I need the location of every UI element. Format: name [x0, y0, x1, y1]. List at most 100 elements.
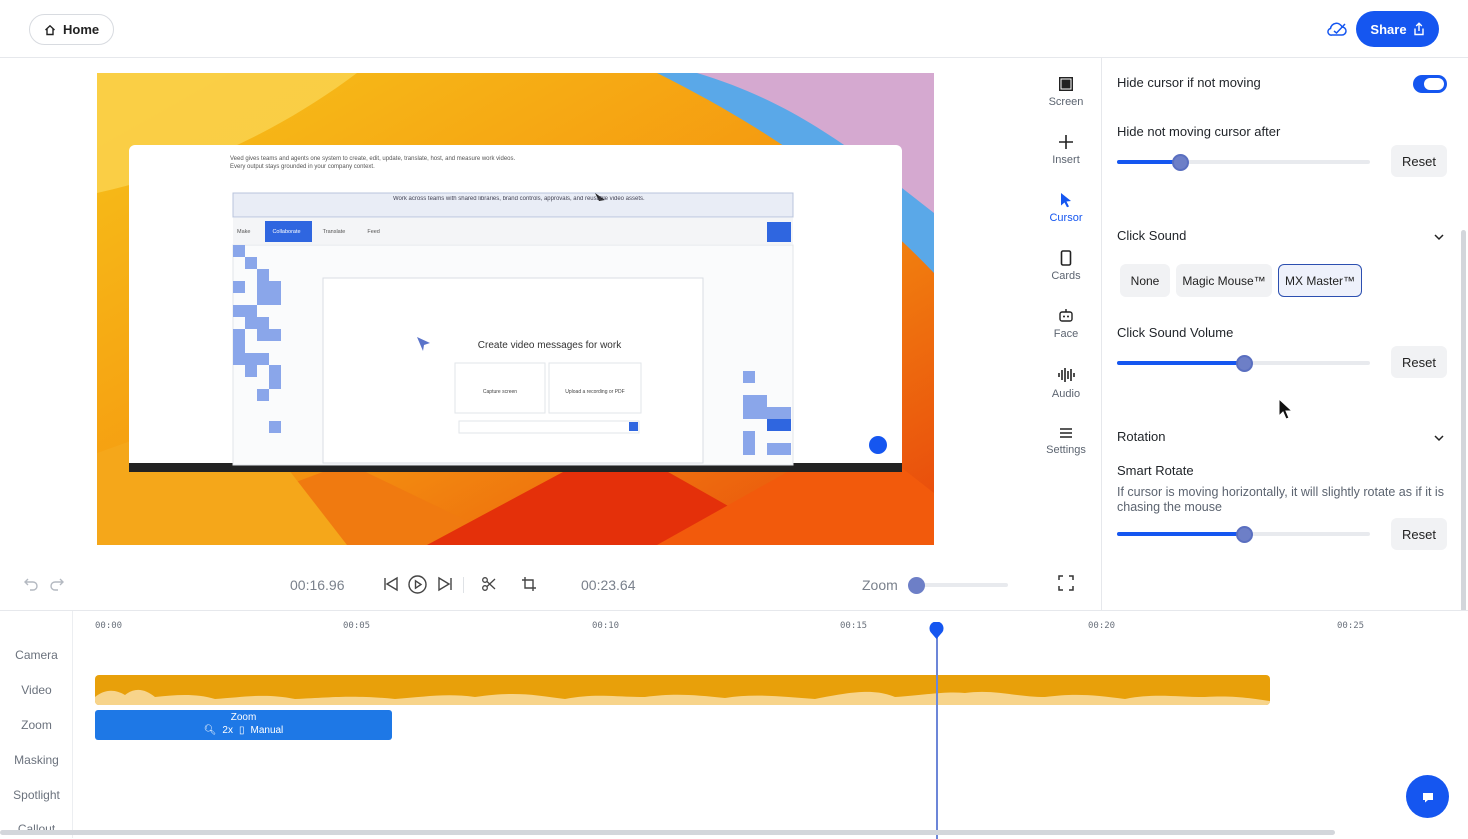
tool-label: Settings — [1046, 444, 1086, 456]
chat-button[interactable] — [1406, 775, 1449, 818]
inner-tabs: Make Collaborate Translate Feed — [237, 229, 380, 235]
click-sound-magic-mouse-option[interactable]: Magic Mouse™ — [1176, 264, 1272, 297]
slider-fill — [1117, 532, 1244, 536]
cursor-settings-panel: Hide cursor if not moving Hide not movin… — [1101, 58, 1468, 610]
tool-cursor[interactable]: Cursor — [1036, 192, 1096, 224]
current-time: 00:16.96 — [290, 577, 345, 593]
skip-forward-icon[interactable] — [437, 576, 453, 592]
playhead-handle[interactable] — [929, 622, 944, 639]
cloud-check-icon[interactable] — [1326, 19, 1348, 39]
slider-handle[interactable] — [1235, 355, 1253, 372]
share-label: Share — [1370, 21, 1407, 37]
undo-icon[interactable] — [24, 577, 38, 591]
home-label: Home — [63, 22, 100, 37]
audio-waveform — [95, 689, 1270, 705]
divider — [463, 577, 464, 593]
top-bar: Home Share — [0, 0, 1468, 58]
click-sound-mx-master-option[interactable]: MX Master™ — [1278, 264, 1362, 297]
hide-after-label: Hide not moving cursor after — [1117, 124, 1281, 139]
tool-label: Audio — [1051, 388, 1081, 400]
timeline[interactable]: Camera Video Zoom Masking Spotlight Call… — [0, 610, 1468, 839]
click-sound-none-option[interactable]: None — [1120, 264, 1170, 297]
wallpaper-background — [97, 73, 934, 545]
track-labels: Camera Video Zoom Masking Spotlight Call… — [0, 611, 73, 838]
mouse-icon: ▯ — [238, 725, 245, 736]
slider-handle[interactable] — [908, 577, 925, 594]
fullscreen-icon[interactable] — [1058, 575, 1074, 591]
time-tick: 00:00 — [95, 621, 123, 631]
slider-handle[interactable] — [1235, 526, 1253, 543]
inner-tab: Translate — [322, 229, 346, 235]
zoom-clip[interactable]: Zoom 🔍︎ 2x ▯ Manual — [95, 710, 392, 740]
slider-handle[interactable] — [1172, 154, 1190, 171]
playhead-line — [936, 629, 938, 839]
screen-icon — [1059, 77, 1073, 91]
inner-caption: Create video messages for work — [477, 340, 622, 351]
inner-banner: Work across teams with shared libraries,… — [393, 196, 645, 202]
time-tick: 00:20 — [1088, 621, 1116, 631]
click-volume-slider[interactable] — [1117, 355, 1370, 372]
tool-label: Insert — [1052, 154, 1080, 166]
skip-back-icon[interactable] — [383, 576, 399, 592]
home-button[interactable]: Home — [29, 14, 115, 45]
inner-tab: Collaborate — [272, 229, 301, 235]
inner-tab: Make — [237, 229, 251, 235]
magnifier-icon: 🔍︎ — [203, 725, 217, 736]
tool-screen[interactable]: Screen — [1036, 76, 1096, 108]
tool-label: Screen — [1048, 96, 1084, 108]
zoom-clip-details: 🔍︎ 2x ▯ Manual — [95, 724, 392, 737]
mouse-pointer-icon — [1278, 398, 1294, 420]
reset-click-volume-button[interactable]: Reset — [1391, 346, 1447, 378]
tool-label: Cards — [1051, 270, 1081, 282]
share-icon — [1413, 22, 1424, 36]
scissors-icon[interactable] — [481, 576, 497, 592]
time-tick: 00:05 — [343, 621, 371, 631]
tool-label: Cursor — [1049, 212, 1083, 224]
share-button[interactable]: Share — [1356, 11, 1439, 47]
chevron-down-icon[interactable] — [1432, 431, 1446, 445]
click-sound-heading[interactable]: Click Sound — [1117, 228, 1186, 243]
crop-icon[interactable] — [521, 576, 537, 592]
reset-smart-rotate-button[interactable]: Reset — [1391, 518, 1447, 550]
video-preview[interactable]: Create video messages for work Work acro… — [97, 73, 934, 545]
inner-card-right: Upload a recording or PDF — [565, 389, 625, 395]
timeline-scrollbar[interactable] — [0, 830, 1335, 835]
tool-cards[interactable]: Cards — [1036, 250, 1096, 282]
reset-hide-after-button[interactable]: Reset — [1391, 145, 1447, 177]
zoom-clip-title: Zoom — [230, 712, 257, 723]
play-icon[interactable] — [408, 575, 427, 594]
track-label-camera: Camera — [15, 648, 58, 662]
tool-insert[interactable]: Insert — [1036, 134, 1096, 166]
slider-fill — [1117, 361, 1244, 365]
hide-after-slider[interactable] — [1117, 154, 1370, 171]
total-time: 00:23.64 — [581, 577, 636, 593]
face-icon — [1059, 309, 1073, 322]
smart-rotate-label: Smart Rotate — [1117, 463, 1194, 478]
video-clip[interactable] — [95, 675, 1270, 705]
click-volume-label: Click Sound Volume — [1117, 325, 1234, 340]
cursor-icon — [1061, 193, 1071, 208]
home-icon — [45, 24, 55, 35]
audio-icon — [1058, 368, 1075, 382]
time-tick: 00:15 — [840, 621, 868, 631]
tool-settings[interactable]: Settings — [1036, 426, 1096, 456]
redo-icon[interactable] — [50, 577, 64, 591]
zoom-clip-scale: 2x — [222, 725, 233, 736]
track-label-masking: Masking — [14, 753, 59, 767]
tool-audio[interactable]: Audio — [1036, 366, 1096, 400]
hide-cursor-toggle[interactable] — [1413, 75, 1447, 93]
track-label-spotlight: Spotlight — [13, 788, 60, 802]
card-icon — [1060, 250, 1072, 266]
zoom-clip-mode: Manual — [250, 725, 284, 736]
track-label-video: Video — [21, 683, 52, 697]
inner-tab: Feed — [367, 229, 380, 235]
zoom-slider[interactable] — [908, 577, 1008, 594]
hide-cursor-label: Hide cursor if not moving — [1117, 75, 1261, 90]
chevron-down-icon[interactable] — [1432, 230, 1446, 244]
tool-face[interactable]: Face — [1036, 308, 1096, 340]
plus-icon — [1059, 135, 1073, 149]
smart-rotate-slider[interactable] — [1117, 526, 1370, 543]
rotation-heading[interactable]: Rotation — [1117, 429, 1165, 444]
smart-rotate-description: If cursor is moving horizontally, it wil… — [1117, 485, 1444, 514]
playback-controls: 00:16.96 00:23.64 Zoom — [0, 566, 1100, 606]
